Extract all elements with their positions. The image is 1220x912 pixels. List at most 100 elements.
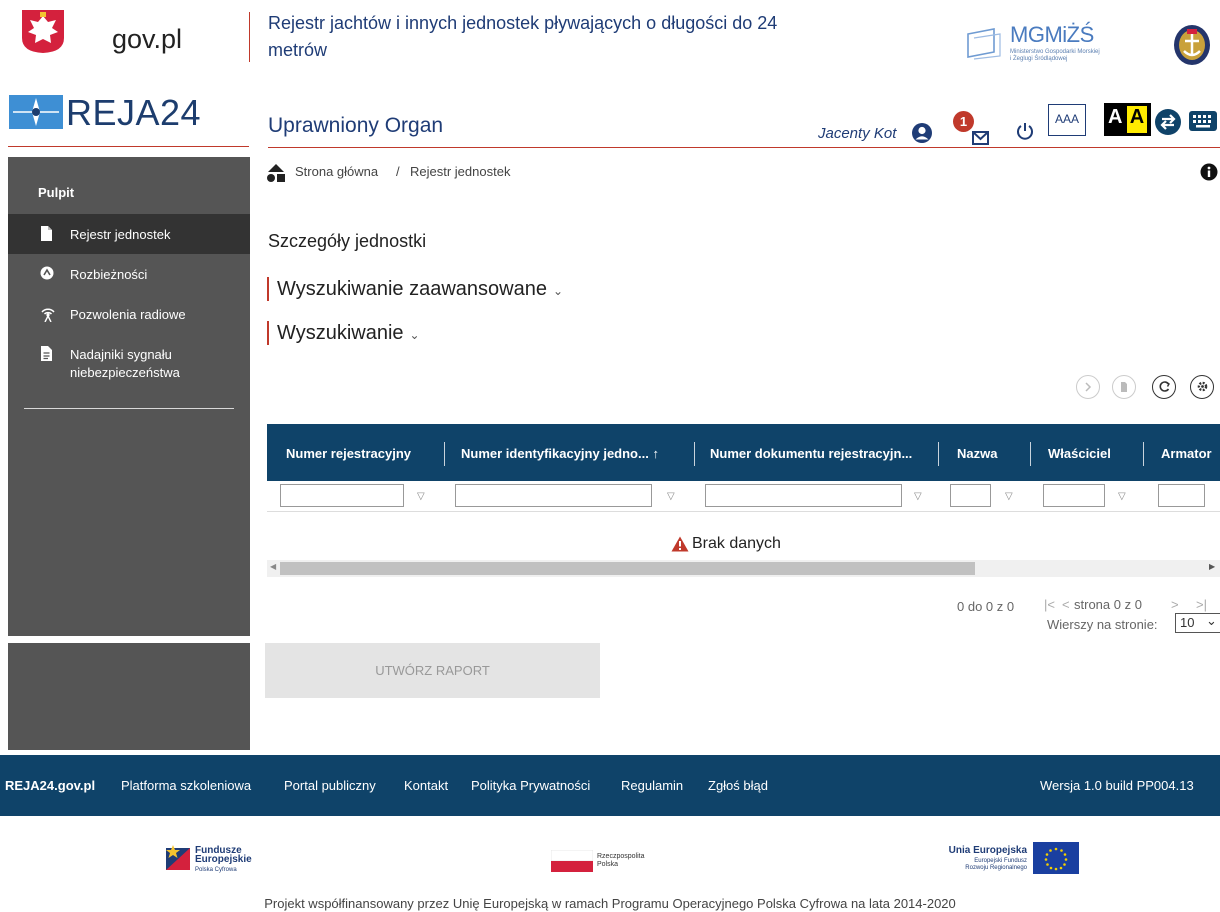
breadcrumb-home[interactable]: Strona główna bbox=[295, 164, 378, 179]
eu-logo-line-2: Europejski Fundusz bbox=[974, 858, 1027, 864]
ministry-line-2: i Żeglugi Śródlądowej bbox=[1010, 56, 1068, 62]
last-page-button[interactable]: >| bbox=[1196, 597, 1207, 612]
filter-icon[interactable]: ▽ bbox=[417, 491, 425, 502]
filter-icon[interactable]: ▽ bbox=[1118, 491, 1126, 502]
contrast-label-2: A bbox=[1127, 106, 1147, 133]
footer-brand[interactable]: REJA24.gov.pl bbox=[5, 778, 95, 793]
user-icon[interactable] bbox=[911, 122, 933, 149]
info-icon[interactable] bbox=[1200, 163, 1218, 186]
fundusze-europejskie-logo-icon bbox=[164, 842, 192, 877]
column-header-numer-dokumentu[interactable]: Numer dokumentu rejestracyjn... bbox=[710, 446, 912, 461]
reja-logo-icon bbox=[9, 95, 63, 134]
chevron-down-icon: ⌄ bbox=[409, 328, 420, 342]
prev-page-button[interactable]: < bbox=[1062, 597, 1070, 612]
sidebar-item-label: Nadajniki sygnału niebezpieczeństwa bbox=[70, 347, 180, 380]
sidebar-lower-panel bbox=[8, 643, 250, 750]
next-icon bbox=[1085, 382, 1092, 392]
fe-logo-line-3: Polska Cyfrowa bbox=[195, 867, 237, 873]
column-separator[interactable] bbox=[1143, 442, 1144, 466]
column-header-numer-rejestracyjny[interactable]: Numer rejestracyjny bbox=[286, 446, 411, 461]
page-indicator: strona 0 z 0 bbox=[1074, 597, 1142, 612]
sidebar-item-label: Pozwolenia radiowe bbox=[70, 307, 186, 322]
search-toggle[interactable]: Wyszukiwanie ⌄ bbox=[277, 322, 420, 345]
sidebar-heading[interactable]: Pulpit bbox=[38, 185, 74, 200]
pagination-range: 0 do 0 z 0 bbox=[957, 599, 1015, 614]
scrollbar-thumb[interactable] bbox=[280, 562, 975, 575]
section-underline bbox=[268, 147, 1220, 148]
advanced-search-label: Wyszukiwanie zaawansowane bbox=[277, 278, 547, 300]
registry-title: Rejestr jachtów i innych jednostek pływa… bbox=[268, 13, 778, 60]
swap-icon[interactable] bbox=[1154, 108, 1182, 141]
filter-input-numer-rejestracyjny[interactable] bbox=[280, 484, 404, 507]
keyboard-icon[interactable] bbox=[1188, 110, 1218, 137]
column-header-armator[interactable]: Armator bbox=[1161, 446, 1212, 461]
power-icon[interactable] bbox=[1016, 121, 1034, 146]
scroll-left-icon[interactable]: ◀ bbox=[270, 562, 276, 571]
sidebar-divider bbox=[24, 408, 234, 409]
sidebar-item-nadajniki[interactable]: Nadajniki sygnału niebezpieczeństwa bbox=[8, 334, 250, 390]
footer-link-platforma[interactable]: Platforma szkoleniowa bbox=[121, 778, 251, 793]
font-size-button[interactable]: AAA bbox=[1048, 104, 1086, 136]
column-separator[interactable] bbox=[694, 442, 695, 466]
footer-link-polityka[interactable]: Polityka Prywatności bbox=[471, 778, 590, 793]
first-page-button[interactable]: |< bbox=[1044, 597, 1055, 612]
filter-input-wlasciciel[interactable] bbox=[1043, 484, 1105, 507]
cofinancing-note: Projekt współfinansowany przez Unię Euro… bbox=[264, 896, 956, 911]
rp-logo-line-2: Polska bbox=[597, 861, 619, 868]
eu-flag-icon bbox=[1033, 842, 1079, 879]
sidebar-item-rejestr-jednostek[interactable]: Rejestr jednostek bbox=[8, 214, 250, 254]
export-button[interactable] bbox=[1112, 375, 1136, 399]
message-count-badge[interactable]: 1 bbox=[953, 111, 974, 132]
ministry-name: MGMiŻŚ bbox=[1010, 22, 1094, 47]
filter-icon[interactable]: ▽ bbox=[1005, 491, 1013, 502]
settings-button[interactable] bbox=[1190, 375, 1214, 399]
next-button[interactable] bbox=[1076, 375, 1100, 399]
column-header-wlasciciel[interactable]: Właściciel bbox=[1048, 446, 1111, 461]
filter-input-nazwa[interactable] bbox=[950, 484, 991, 507]
column-header-numer-identyfikacyjny[interactable]: Numer identyfikacyjny jedno... ↑ bbox=[461, 446, 659, 461]
advanced-search-toggle[interactable]: Wyszukiwanie zaawansowane ⌄ bbox=[277, 278, 563, 301]
user-name[interactable]: Jacenty Kot bbox=[818, 125, 896, 142]
sidebar-item-rozbieznosci[interactable]: Rozbieżności bbox=[8, 254, 250, 294]
column-header-nazwa[interactable]: Nazwa bbox=[957, 446, 997, 461]
filter-input-armator[interactable] bbox=[1158, 484, 1205, 507]
footer-link-regulamin[interactable]: Regulamin bbox=[621, 778, 683, 793]
ministry-line-1: Ministerstwo Gospodarki Morskiej bbox=[1010, 49, 1100, 55]
filter-icon[interactable]: ▽ bbox=[914, 491, 922, 502]
app-name[interactable]: REJA24 bbox=[66, 92, 201, 134]
fe-logo-line-2: Europejskie bbox=[195, 854, 252, 865]
chevron-down-icon: ⌄ bbox=[552, 284, 564, 298]
settings-icon bbox=[1197, 381, 1207, 392]
rows-per-page-value: 10 bbox=[1180, 615, 1195, 630]
rp-logo-line-1: Rzeczpospolita bbox=[597, 853, 645, 860]
rows-per-page-select[interactable]: 10 ⌄ bbox=[1175, 613, 1220, 633]
footer-link-portal[interactable]: Portal publiczny bbox=[284, 778, 376, 793]
eu-logo-line-1: Unia Europejska bbox=[948, 845, 1027, 856]
filter-input-numer-dokumentu[interactable] bbox=[705, 484, 902, 507]
next-page-button[interactable]: > bbox=[1171, 597, 1179, 612]
column-separator[interactable] bbox=[1030, 442, 1031, 466]
gov-logo-text[interactable]: gov.pl bbox=[112, 24, 182, 55]
refresh-button[interactable] bbox=[1152, 375, 1176, 399]
details-title: Szczegóły jednostki bbox=[268, 231, 427, 251]
breadcrumb-separator: / bbox=[396, 164, 400, 179]
scroll-right-icon[interactable]: ▶ bbox=[1209, 562, 1215, 571]
maritime-seal-icon bbox=[1172, 24, 1212, 71]
footer-link-kontakt[interactable]: Kontakt bbox=[404, 778, 448, 793]
column-separator[interactable] bbox=[938, 442, 939, 466]
column-separator[interactable] bbox=[444, 442, 445, 466]
filter-icon[interactable]: ▽ bbox=[667, 491, 675, 502]
sidebar-item-pozwolenia-radiowe[interactable]: Pozwolenia radiowe bbox=[8, 294, 250, 334]
chevron-down-icon: ⌄ bbox=[1206, 613, 1217, 628]
document-icon bbox=[40, 226, 53, 244]
sidebar-item-label: Rejestr jednostek bbox=[70, 227, 171, 242]
filter-input-numer-identyfikacyjny[interactable] bbox=[455, 484, 652, 507]
header-divider bbox=[249, 12, 250, 62]
footer-link-zglos-blad[interactable]: Zgłoś błąd bbox=[708, 778, 768, 793]
discrepancy-icon bbox=[40, 266, 54, 283]
contrast-label-1: A bbox=[1108, 106, 1123, 128]
brand-underline bbox=[8, 146, 249, 147]
home-icon[interactable] bbox=[266, 163, 286, 188]
breadcrumb-current: Rejestr jednostek bbox=[410, 164, 511, 179]
antenna-icon bbox=[40, 306, 56, 325]
